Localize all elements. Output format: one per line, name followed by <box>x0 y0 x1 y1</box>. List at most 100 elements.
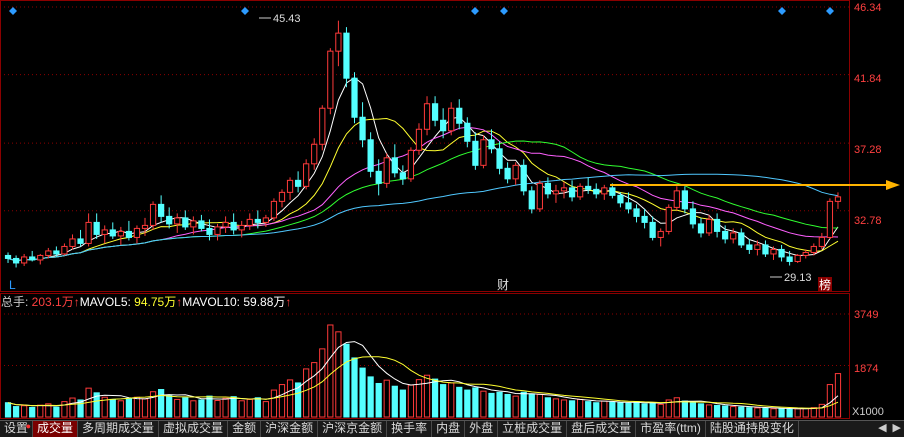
candle[interactable] <box>456 99 463 130</box>
tab-pile-volume[interactable]: 立桩成交量 <box>498 421 568 437</box>
candlesticks[interactable] <box>4 20 842 268</box>
volume-bar[interactable] <box>440 384 447 418</box>
candle[interactable] <box>303 159 310 190</box>
candle[interactable] <box>230 213 237 235</box>
volume-bar[interactable] <box>415 379 423 418</box>
candle[interactable] <box>158 195 165 223</box>
candle[interactable] <box>472 132 479 170</box>
candle[interactable] <box>818 232 825 250</box>
candle[interactable] <box>399 165 406 185</box>
marker-bang[interactable]: 榜 <box>819 277 831 292</box>
candle[interactable] <box>286 177 294 200</box>
volume-bar[interactable] <box>681 400 688 418</box>
candle[interactable] <box>12 255 20 268</box>
scroll-right-icon[interactable]: ▶ <box>890 421 904 437</box>
candle[interactable] <box>705 214 713 236</box>
volume-bar[interactable] <box>335 331 342 418</box>
volume-bar[interactable] <box>657 403 664 418</box>
candle[interactable] <box>794 253 801 263</box>
marker-L[interactable]: L <box>9 278 16 292</box>
volume-bar[interactable] <box>496 391 503 418</box>
candle[interactable] <box>657 228 664 247</box>
candle[interactable] <box>762 240 769 257</box>
candle[interactable] <box>4 252 12 263</box>
volume-bar[interactable] <box>633 401 640 418</box>
volume-bar[interactable] <box>327 324 334 418</box>
volume-bar[interactable] <box>190 400 197 418</box>
volume-bar[interactable] <box>488 392 495 418</box>
candle[interactable] <box>665 204 672 235</box>
volume-bar[interactable] <box>641 403 648 418</box>
candle[interactable] <box>713 213 721 238</box>
tab-volume[interactable]: 成交量 <box>33 421 79 437</box>
volume-bar[interactable] <box>609 401 616 418</box>
volume-bar[interactable] <box>738 406 745 418</box>
volume-bar[interactable] <box>512 395 519 418</box>
volume-bar[interactable] <box>133 396 141 418</box>
candle[interactable] <box>423 96 431 136</box>
volume-bar[interactable] <box>746 407 753 418</box>
candle[interactable] <box>182 210 189 230</box>
candle[interactable] <box>826 198 834 239</box>
candle[interactable] <box>117 226 124 245</box>
candle[interactable] <box>93 213 100 239</box>
candle[interactable] <box>174 213 181 233</box>
volume-bar[interactable] <box>375 382 382 418</box>
candle[interactable] <box>77 229 84 247</box>
volume-bar[interactable] <box>303 368 310 418</box>
volume-bar[interactable] <box>37 404 44 418</box>
candle[interactable] <box>601 184 608 200</box>
candle[interactable] <box>294 171 302 193</box>
stock-chart[interactable]: 46.34 41.84 37.28 32.78 45.43 29.13 L 财 <box>0 0 904 420</box>
candle[interactable] <box>528 186 535 214</box>
candle[interactable] <box>512 162 519 185</box>
marker-cai[interactable]: 财 <box>497 278 509 292</box>
candle[interactable] <box>85 213 92 247</box>
volume-bar[interactable] <box>480 390 487 418</box>
volume-bar[interactable] <box>343 343 350 418</box>
volume-bar[interactable] <box>770 408 777 418</box>
candle[interactable] <box>101 225 108 244</box>
tab-sh-sz-amount[interactable]: 沪深金额 <box>261 421 319 437</box>
event-diamond-icon[interactable] <box>500 7 508 15</box>
volume-bar[interactable] <box>689 402 697 418</box>
candle[interactable] <box>536 180 543 212</box>
candle[interactable] <box>585 177 592 194</box>
volume-bar[interactable] <box>391 385 398 418</box>
event-diamond-icon[interactable] <box>9 7 17 15</box>
candle[interactable] <box>383 153 390 188</box>
candle[interactable] <box>834 192 842 209</box>
candle[interactable] <box>649 216 656 241</box>
volume-bar[interactable] <box>617 402 624 418</box>
volume-bar[interactable] <box>270 389 278 418</box>
candle[interactable] <box>448 102 455 136</box>
volume-bar[interactable] <box>69 397 76 418</box>
candle[interactable] <box>480 135 487 169</box>
volume-bar[interactable] <box>21 405 28 418</box>
candle[interactable] <box>577 183 584 200</box>
candle[interactable] <box>504 162 511 184</box>
candle[interactable] <box>327 48 334 115</box>
candle[interactable] <box>367 132 374 178</box>
candle[interactable] <box>37 253 44 265</box>
candle[interactable] <box>61 243 68 256</box>
volume-bar[interactable] <box>61 401 68 418</box>
volume-bar[interactable] <box>601 400 608 418</box>
volume-bar[interactable] <box>456 386 463 418</box>
volume-bar[interactable] <box>585 401 592 418</box>
volume-bar[interactable] <box>544 397 552 418</box>
candle[interactable] <box>214 223 221 241</box>
volume-bar[interactable] <box>552 398 560 418</box>
volume-bar[interactable] <box>448 382 455 418</box>
volume-bar[interactable] <box>536 393 543 418</box>
volume-bar[interactable] <box>174 398 181 418</box>
candle[interactable] <box>69 234 76 250</box>
candle[interactable] <box>633 204 640 223</box>
candle[interactable] <box>198 214 205 232</box>
volume-bar[interactable] <box>472 387 479 418</box>
volume-bar[interactable] <box>794 408 801 418</box>
volume-bar[interactable] <box>278 384 286 418</box>
volume-bar[interactable] <box>568 400 576 418</box>
volume-bar[interactable] <box>407 384 415 418</box>
volume-bar[interactable] <box>311 362 318 418</box>
